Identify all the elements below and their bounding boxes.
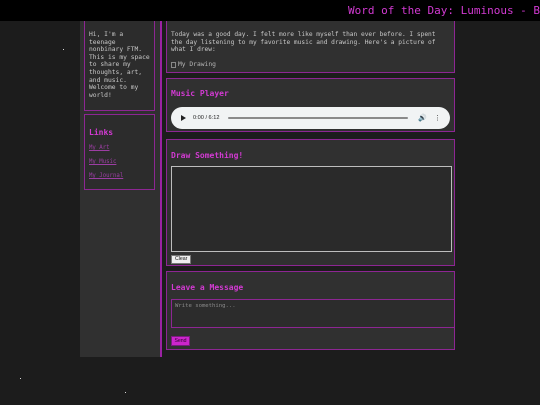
message-title: Leave a Message (171, 283, 244, 292)
links-box: Links My Art My Music My Journal (84, 114, 155, 190)
message-input[interactable]: Write something... (171, 299, 455, 328)
star-decoration (125, 392, 126, 393)
blog-entry-text: Today was a good day. I felt more like m… (171, 31, 436, 54)
clear-button[interactable]: Clear (171, 255, 192, 264)
broken-image-icon (171, 61, 176, 68)
link-my-art[interactable]: My Art (89, 145, 110, 151)
audio-time: 0:00 / 6:12 (193, 115, 220, 121)
music-player-title: Music Player (171, 89, 229, 98)
blog-entry-card: Today was a good day. I felt more like m… (166, 21, 455, 73)
star-decoration (63, 49, 64, 50)
music-player-card: Music Player 0:00 / 6:12 🔊 ⋮ (166, 78, 455, 132)
about-box: Hi, I'm a teenage nonbinary FTM. This is… (84, 21, 155, 111)
link-my-journal[interactable]: My Journal (89, 173, 123, 179)
volume-icon[interactable]: 🔊 (418, 114, 427, 122)
sidebar-divider (160, 21, 162, 357)
message-card: Leave a Message Write something... Send (166, 271, 455, 350)
drawing-image-alt: My Drawing (178, 61, 216, 68)
link-my-music[interactable]: My Music (89, 159, 116, 165)
about-text: Hi, I'm a teenage nonbinary FTM. This is… (89, 31, 150, 99)
draw-card: Draw Something! Clear (166, 139, 455, 266)
draw-title: Draw Something! (171, 151, 244, 160)
audio-player[interactable]: 0:00 / 6:12 🔊 ⋮ (171, 107, 450, 129)
play-icon[interactable] (181, 115, 186, 121)
word-of-the-day-bar: Word of the Day: Luminous - Brin (0, 0, 540, 21)
drawing-image: My Drawing (171, 61, 216, 68)
more-options-icon[interactable]: ⋮ (434, 114, 441, 122)
drawing-canvas[interactable] (171, 166, 452, 252)
links-title: Links (89, 128, 114, 137)
word-of-the-day-text: Word of the Day: Luminous - Brin (348, 4, 540, 17)
send-button[interactable]: Send (171, 336, 190, 346)
audio-progress-slider[interactable] (228, 117, 409, 119)
star-decoration (20, 378, 21, 379)
